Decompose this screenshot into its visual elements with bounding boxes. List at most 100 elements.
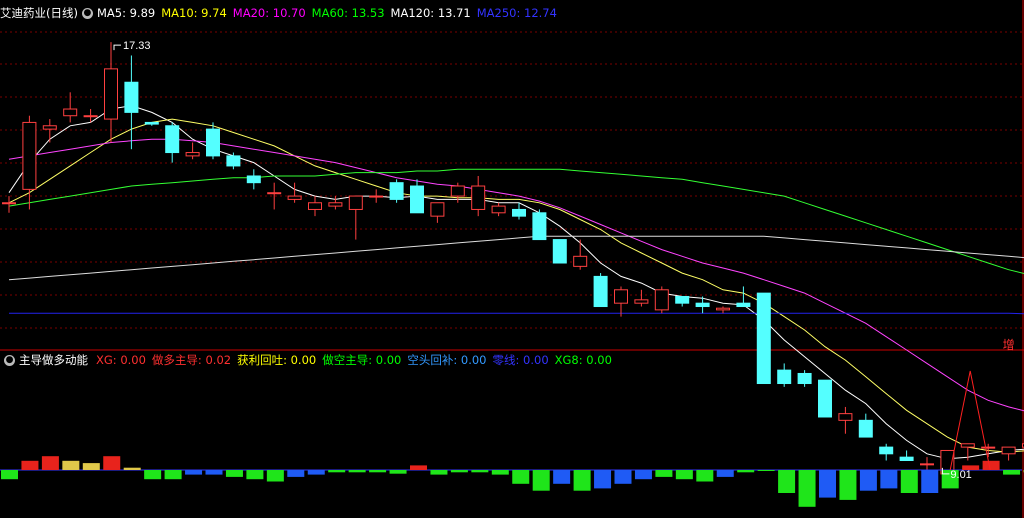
candle-body <box>512 208 526 217</box>
candle <box>246 169 261 190</box>
momentum-bar <box>348 470 366 473</box>
zero-line-label: 零线: 0.00 <box>492 353 549 367</box>
candle-body <box>389 182 404 200</box>
candle-body <box>104 68 118 120</box>
momentum-bar <box>410 465 427 470</box>
candle-body <box>308 202 322 210</box>
candle <box>206 122 220 160</box>
ma20-line <box>8 138 1024 412</box>
candle-body <box>144 121 159 125</box>
short-dominant-label: 做空主导: 0.00 <box>322 353 402 367</box>
momentum-bar <box>532 470 550 491</box>
candle <box>430 202 445 223</box>
candle <box>124 55 139 150</box>
candle-body <box>450 185 465 197</box>
candle <box>756 292 771 385</box>
candle-body <box>348 195 363 210</box>
momentum-bar <box>225 470 243 477</box>
indicator-settings-icon[interactable]: ● <box>4 354 15 366</box>
momentum-bar <box>634 470 652 480</box>
momentum-bar <box>103 456 121 470</box>
candle-body <box>369 195 384 198</box>
candle-body <box>695 302 710 308</box>
candle <box>736 286 751 308</box>
candle-body <box>491 205 506 214</box>
short-cover-label: 空头回补: 0.00 <box>407 353 487 367</box>
ma5-label: MA5: 9.89 <box>96 6 156 20</box>
candle-body <box>654 289 669 311</box>
candle-body <box>614 289 628 304</box>
candle-body <box>899 456 914 462</box>
candle <box>920 457 934 471</box>
candle <box>491 202 506 217</box>
xg-signal-spike <box>949 370 991 471</box>
candle <box>634 289 649 307</box>
candle <box>267 182 282 210</box>
long-dominant-label: 做多主导: 0.02 <box>151 353 232 367</box>
kline-chart: 17.33 9.01 增 <box>0 0 1024 518</box>
ma60-line <box>8 168 1024 274</box>
indicator-title[interactable]: 主导做多动能 <box>19 352 88 368</box>
candle-body <box>634 299 649 304</box>
candle <box>716 306 730 314</box>
candle-body <box>267 192 282 195</box>
xg8-label: XG8: 0.00 <box>554 353 612 367</box>
candle-body <box>206 128 220 157</box>
candle <box>410 179 424 214</box>
ma250-line <box>9 312 1024 315</box>
candle <box>654 286 669 314</box>
momentum-bar <box>491 470 509 475</box>
candle-body <box>552 239 567 264</box>
indicator-bars <box>0 370 1024 507</box>
momentum-bar <box>675 470 693 480</box>
momentum-bar <box>737 470 755 473</box>
candle-body <box>593 275 608 308</box>
candle <box>858 413 873 438</box>
candle-body <box>573 255 588 267</box>
high-price-label: 17.33 <box>123 40 151 52</box>
candle-body <box>42 125 57 130</box>
chart-title[interactable]: 艾迪药业(日线) <box>0 5 78 21</box>
candle-body <box>246 175 261 184</box>
momentum-bar <box>798 470 816 507</box>
momentum-bar <box>62 460 80 470</box>
candle-body <box>185 152 200 157</box>
candle-body <box>920 463 934 466</box>
momentum-bar <box>921 470 939 493</box>
momentum-bar <box>389 470 407 474</box>
candle-body <box>430 202 445 217</box>
candle <box>144 121 159 126</box>
ma120-label: MA120: 13.71 <box>390 6 471 20</box>
settings-icon[interactable]: ● <box>81 7 93 19</box>
ma20-label: MA20: 10.70 <box>232 6 306 20</box>
ma250-label: MA250: 12.74 <box>476 6 557 20</box>
candle <box>552 239 567 264</box>
candle-body <box>328 202 343 207</box>
candle-body <box>287 195 302 200</box>
momentum-bar <box>369 470 387 473</box>
candle-body <box>736 302 751 308</box>
candle-body <box>410 185 424 214</box>
candle <box>42 119 57 143</box>
candle <box>614 286 628 317</box>
momentum-bar <box>164 470 182 480</box>
momentum-bar <box>287 470 305 477</box>
momentum-bar <box>859 470 877 491</box>
candle <box>1001 446 1016 461</box>
momentum-bar <box>82 463 100 470</box>
momentum-bar <box>573 470 591 491</box>
momentum-bar <box>266 470 284 482</box>
candle <box>899 450 914 462</box>
momentum-bar <box>246 470 264 480</box>
momentum-bar <box>716 470 734 477</box>
momentum-bar <box>450 470 468 473</box>
candle <box>532 209 547 241</box>
momentum-bar <box>594 470 612 489</box>
candle-body <box>858 419 873 438</box>
candle <box>675 295 690 307</box>
momentum-bar <box>655 470 673 477</box>
candle-body <box>226 155 241 167</box>
momentum-bar <box>512 470 530 484</box>
candle <box>777 363 792 387</box>
candle-body <box>879 446 894 455</box>
